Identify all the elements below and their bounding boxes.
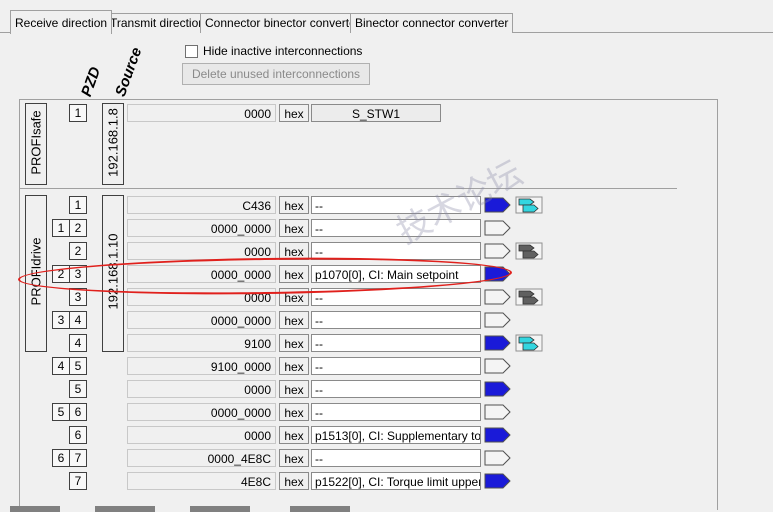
signal-field[interactable]: p1513[0], CI: Supplementary torque [311,426,481,444]
tab-receive-direction[interactable]: Receive direction [10,10,113,34]
interconnect-arrow-button[interactable] [484,380,512,398]
profisafe-box: PROFIsafe [25,103,47,185]
profisafe-value: 0000 [127,104,276,122]
signal-field[interactable]: -- [311,403,481,421]
delete-unused-button[interactable]: Delete unused interconnections [182,63,370,85]
hex-button[interactable]: hex [279,426,309,444]
interconnect-arrow-button[interactable] [484,426,512,444]
bottom-edge-element [95,506,155,512]
pzd-value: 0000_4E8C [127,449,276,467]
bottom-edge-element [290,506,350,512]
signal-field[interactable]: -- [311,334,481,352]
pzd-number: 7 [69,472,87,490]
hex-button[interactable]: hex [279,311,309,329]
connector-converter-icon[interactable] [515,196,543,214]
profisafe-hex-button[interactable]: hex [279,104,309,122]
signal-field[interactable]: -- [311,449,481,467]
pzd-value: 0000 [127,380,276,398]
profisafe-address: 192.168.1.8 [105,108,121,177]
pzd-index-left: 1 [52,219,70,237]
pzd-number: 6 [69,403,87,421]
hide-inactive-label: Hide inactive interconnections [203,44,363,58]
pzd-index-left: 3 [52,311,70,329]
bottom-edge-element [10,506,60,512]
pzd-number: 7 [69,449,87,467]
section-separator [19,188,677,189]
profisafe-source-box: 192.168.1.8 [102,103,124,185]
pzd-value: 0000_0000 [127,311,276,329]
pzd-number: 5 [69,380,87,398]
hex-button[interactable]: hex [279,219,309,237]
bottom-edge-element [190,506,250,512]
pzd-column-header: PZD [78,64,105,99]
pzd-value: 0000 [127,426,276,444]
interconnect-arrow-button[interactable] [484,219,512,237]
profisafe-label: PROFIsafe [28,110,44,175]
pzd-number: 2 [69,219,87,237]
pzd-number: 4 [69,311,87,329]
interconnect-arrow-button[interactable] [484,403,512,421]
tab-connector-binector-converter[interactable]: Connector binector converter [200,13,365,33]
connector-converter-icon[interactable] [515,334,543,352]
pzd-value: 9100_0000 [127,357,276,375]
hex-button[interactable]: hex [279,472,309,490]
pzd-value: 0000_0000 [127,219,276,237]
hex-button[interactable]: hex [279,449,309,467]
pzd-value: C436 [127,196,276,214]
tab-binector-connector-converter[interactable]: Binector connector converter [350,13,514,33]
pzd-value: 9100 [127,334,276,352]
profisafe-signal-button[interactable]: S_STW1 [311,104,441,122]
source-column-header: Source [112,45,146,99]
tab-transmit-direction[interactable]: Transmit direction [105,13,210,33]
pzd-index-left: 4 [52,357,70,375]
hex-button[interactable]: hex [279,357,309,375]
interconnect-arrow-button[interactable] [484,357,512,375]
signal-field[interactable]: p1522[0], CI: Torque limit upper [311,472,481,490]
connector-converter-icon[interactable] [515,242,543,260]
pzd-index-left: 6 [52,449,70,467]
hex-button[interactable]: hex [279,380,309,398]
signal-field[interactable]: -- [311,311,481,329]
interconnect-arrow-button[interactable] [484,311,512,329]
pzd-number: 5 [69,357,87,375]
pzd-number: 1 [69,196,87,214]
profisafe-pzd-number: 1 [69,104,87,122]
signal-field[interactable]: -- [311,357,481,375]
pzd-value: 4E8C [127,472,276,490]
pzd-value: 0000_0000 [127,403,276,421]
interconnect-arrow-button[interactable] [484,288,512,306]
hide-inactive-checkbox[interactable] [185,45,198,58]
pzd-number: 6 [69,426,87,444]
pzd-number: 2 [69,242,87,260]
interconnect-arrow-button[interactable] [484,242,512,260]
hex-button[interactable]: hex [279,196,309,214]
pzd-index-left: 5 [52,403,70,421]
hex-button[interactable]: hex [279,403,309,421]
connector-converter-icon[interactable] [515,288,543,306]
interconnect-arrow-button[interactable] [484,472,512,490]
hex-button[interactable]: hex [279,334,309,352]
pzd-number: 4 [69,334,87,352]
interconnect-arrow-button[interactable] [484,334,512,352]
interconnect-arrow-button[interactable] [484,449,512,467]
tab-bar: Receive direction Transmit direction Con… [0,0,773,34]
signal-field[interactable]: -- [311,380,481,398]
